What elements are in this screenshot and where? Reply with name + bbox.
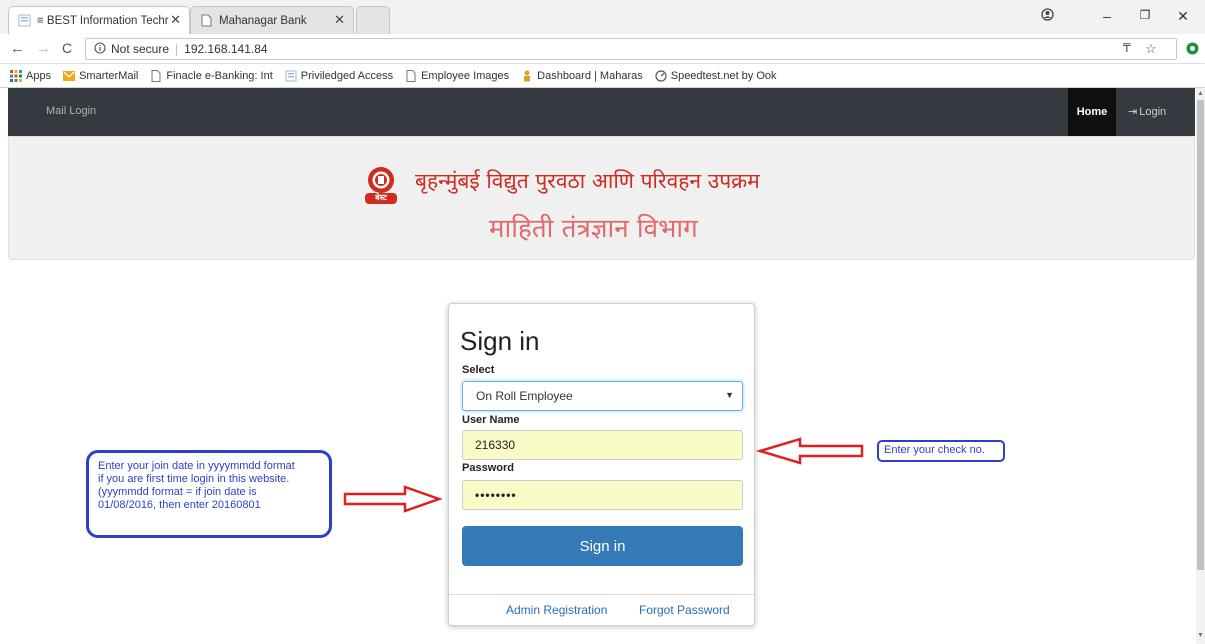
login-icon: ⇥ [1128, 106, 1138, 118]
page-icon [285, 70, 297, 82]
bookmark-star-icon[interactable]: ☆ [1145, 41, 1157, 57]
dropdown-arrow-icon: ▼ [725, 390, 734, 400]
bookmark-label: Apps [26, 69, 52, 82]
back-icon[interactable]: ← [10, 40, 25, 57]
password-input[interactable]: •••••••• [462, 480, 743, 510]
dashboard-icon [521, 70, 533, 82]
sign-in-title: Sign in [460, 326, 540, 356]
password-value: •••••••• [475, 488, 517, 502]
window-close-icon[interactable]: ✕ [1168, 8, 1198, 25]
bookmark-smartermail[interactable]: SmarterMail [63, 70, 138, 82]
bookmark-label: SmarterMail [79, 69, 139, 82]
forgot-password-link[interactable]: Forgot Password [639, 603, 730, 617]
page-favicon-icon [18, 14, 31, 27]
user-type-select[interactable]: On Roll Employee ▼ [462, 381, 743, 411]
bookmark-label: Dashboard | Maharas [537, 69, 643, 82]
sign-in-button-label: Sign in [579, 537, 626, 555]
profile-icon[interactable] [1032, 8, 1062, 24]
note-line: (yyymmdd format = if join date is [98, 486, 257, 498]
bookmark-employee-images[interactable]: Employee Images [405, 69, 510, 82]
card-footer: Admin Registration Forgot Password [449, 594, 754, 625]
scroll-down-icon[interactable]: ▼ [1197, 632, 1204, 639]
restore-icon[interactable]: ❐ [1130, 8, 1160, 22]
sign-in-card: Sign in Select On Roll Employee ▼ User N… [448, 303, 755, 626]
sign-in-button[interactable]: Sign in [462, 526, 743, 566]
bookmark-label: Speedtest.net by Ook [670, 69, 777, 82]
minimize-icon[interactable]: – [1092, 8, 1122, 24]
site-navbar: Mail Login Home ⇥ Login [8, 88, 1195, 136]
bookmark-finacle[interactable]: Finacle e-Banking: Int [150, 69, 273, 82]
organization-name: बृहन्मुंबई विद्युत पुरवठा आणि परिवहन उपक… [415, 169, 760, 193]
tab-label: ≡ BEST Information Techr [37, 14, 169, 27]
note-line: if you are first time login in this webs… [98, 473, 290, 485]
translate-icon[interactable]: ₸ [1123, 41, 1131, 55]
bookmark-dashboard[interactable]: Dashboard | Maharas [521, 70, 643, 82]
note-line: Enter your join date in yyyymmdd format [98, 460, 295, 472]
url-text[interactable]: 192.168.141.84 [184, 42, 267, 56]
username-label: User Name [462, 414, 520, 426]
browser-tab-strip: ≡ BEST Information Techr ✕ Mahanagar Ban… [0, 0, 1205, 34]
bookmark-label: Employee Images [421, 69, 510, 82]
scrollbar-thumb[interactable] [1197, 100, 1204, 570]
page-icon [150, 69, 162, 82]
nav-home-label: Home [1076, 106, 1108, 118]
speedometer-icon [655, 69, 667, 82]
nav-login-label: Login [1139, 106, 1167, 118]
logo-text: बेस्ट [375, 193, 387, 202]
select-label: Select [462, 364, 495, 376]
nav-login-link[interactable]: ⇥ Login [1128, 105, 1166, 118]
url-separator: | [175, 42, 179, 56]
forward-icon[interactable]: → [36, 40, 51, 57]
page-icon [200, 14, 213, 27]
tab-close-icon[interactable]: ✕ [170, 12, 181, 28]
tab-mahanagar-bank[interactable]: Mahanagar Bank ✕ [190, 6, 354, 34]
select-value: On Roll Employee [476, 389, 573, 403]
address-bar[interactable]: Not secure | 192.168.141.84 [85, 38, 1177, 60]
bookmarks-bar: Apps SmarterMail Finacle e-Banking: Int … [0, 64, 1205, 88]
reload-icon[interactable]: C [62, 40, 72, 56]
bookmark-label: Finacle e-Banking: Int [166, 69, 273, 82]
check-no-note: Enter your check no. [877, 440, 1005, 462]
right-arrow-icon [343, 485, 443, 513]
mail-login-link[interactable]: Mail Login [46, 105, 96, 117]
admin-registration-link[interactable]: Admin Registration [506, 603, 607, 617]
security-status: Not secure [111, 42, 170, 56]
bookmark-speedtest[interactable]: Speedtest.net by Ook [655, 70, 777, 82]
bookmark-label: Priviledged Access [300, 69, 394, 82]
browser-toolbar: ← → C Not secure | 192.168.141.84 ₸ ☆ [0, 34, 1205, 64]
info-icon[interactable] [94, 41, 106, 57]
page-icon [405, 69, 417, 82]
note-line: 01/08/2016, then enter 20160801 [98, 499, 261, 511]
join-date-note: Enter your join date in yyyymmdd format … [86, 450, 332, 538]
header-banner: बेस्ट बृहन्मुंबई विद्युत पुरवठा आणि परिव… [8, 136, 1195, 260]
nav-home-link[interactable]: Home [1068, 88, 1116, 136]
tab-label: Mahanagar Bank [219, 14, 307, 27]
note-line: Enter your check no. [884, 444, 985, 456]
username-value: 216330 [475, 438, 516, 452]
extension-icon[interactable] [1186, 42, 1199, 59]
password-label: Password [462, 462, 514, 474]
department-name: माहिती तंत्रज्ञान विभाग [489, 214, 698, 244]
username-input[interactable]: 216330 [462, 430, 743, 460]
tab-best-it[interactable]: ≡ BEST Information Techr ✕ [8, 6, 190, 34]
bookmark-apps[interactable]: Apps [10, 69, 52, 82]
apps-grid-icon [10, 69, 22, 82]
tab-close-icon[interactable]: ✕ [334, 12, 345, 28]
bookmark-priviledged-access[interactable]: Priviledged Access [285, 70, 393, 82]
left-arrow-icon [756, 437, 864, 465]
scroll-up-icon[interactable]: ▲ [1197, 90, 1204, 97]
new-tab-button[interactable] [356, 6, 390, 34]
mail-icon [63, 70, 76, 82]
